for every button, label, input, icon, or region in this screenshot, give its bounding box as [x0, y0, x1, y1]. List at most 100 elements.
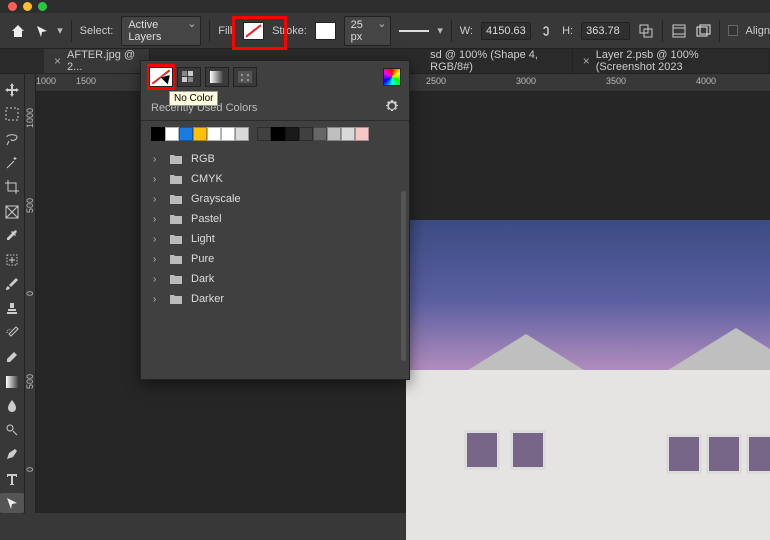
group-label: Darker [191, 293, 224, 305]
frame-tool[interactable] [0, 201, 24, 221]
chevron-right-icon: › [153, 154, 161, 165]
width-input[interactable]: 4150.63 [481, 22, 531, 40]
options-bar: ▾ Select: Active Layers Fill: Stroke: 25… [0, 13, 770, 49]
link-wh-icon[interactable] [539, 22, 554, 40]
fill-color-panel: No Color Recently Used Colors ›RGB›CMYK›… [140, 60, 410, 380]
vertical-ruler: 1000 500 0 500 0 [24, 74, 36, 513]
align-label: Align [746, 25, 770, 37]
swatch[interactable] [235, 127, 249, 141]
stroke-swatch[interactable] [315, 22, 336, 40]
swatch-group[interactable]: › Pastel [147, 209, 403, 229]
type-tool[interactable] [0, 469, 24, 489]
swatch[interactable] [179, 127, 193, 141]
swatch[interactable] [207, 127, 221, 141]
folder-icon [169, 213, 183, 225]
document-tab[interactable]: sd @ 100% (Shape 4, RGB/8#) [420, 49, 573, 73]
swatch-groups-list: ›RGB›CMYK›Grayscale›Pastel›Light›Pure›Da… [141, 149, 409, 369]
chevron-right-icon: › [153, 214, 161, 225]
group-label: Light [191, 233, 215, 245]
gear-icon[interactable] [385, 99, 399, 116]
gradient-tool[interactable] [0, 371, 24, 391]
traffic-minimize[interactable] [23, 2, 32, 11]
swatch-group[interactable]: ›Pure [147, 249, 403, 269]
swatch[interactable] [257, 127, 271, 141]
chevron-right-icon: › [153, 234, 161, 245]
canvas-image [406, 220, 770, 540]
group-label: CMYK [191, 173, 223, 185]
lasso-tool[interactable] [0, 129, 24, 149]
height-input[interactable]: 363.78 [581, 22, 630, 40]
swatch-group[interactable]: ›Grayscale [147, 189, 403, 209]
move-tool-icon[interactable] [34, 22, 49, 40]
folder-icon [169, 273, 183, 285]
swatch[interactable] [165, 127, 179, 141]
marquee-tool[interactable] [0, 104, 24, 124]
stroke-style-dropdown[interactable] [399, 23, 429, 39]
crop-tool[interactable] [0, 177, 24, 197]
stamp-tool[interactable] [0, 299, 24, 319]
swatch[interactable] [327, 127, 341, 141]
pen-tool[interactable] [0, 444, 24, 464]
fill-type-solid[interactable] [177, 67, 201, 87]
tooltip: No Color [169, 91, 218, 106]
eyedropper-tool[interactable] [0, 226, 24, 246]
swatch-group[interactable]: ›Darker [147, 289, 403, 309]
history-brush-tool[interactable] [0, 323, 24, 343]
folder-icon [169, 233, 183, 245]
group-label: RGB [191, 153, 215, 165]
traffic-close[interactable] [8, 2, 17, 11]
swatch[interactable] [193, 127, 207, 141]
swatch[interactable] [271, 127, 285, 141]
home-icon[interactable] [10, 22, 26, 40]
folder-icon [169, 293, 183, 305]
fill-type-pattern[interactable] [233, 67, 257, 87]
document-tab[interactable]: × AFTER.jpg @ 2... [44, 49, 150, 73]
document-tab[interactable]: × Layer 2.psb @ 100% (Screenshot 2023 [573, 49, 770, 73]
swatch[interactable] [285, 127, 299, 141]
group-label: Pastel [191, 213, 222, 225]
path-select-tool[interactable] [0, 493, 24, 513]
group-label: Dark [191, 273, 214, 285]
tab-label: sd @ 100% (Shape 4, RGB/8#) [430, 49, 562, 73]
dodge-tool[interactable] [0, 420, 24, 440]
move-tool[interactable] [0, 80, 24, 100]
swatch-group[interactable]: › RGB [147, 149, 403, 169]
swatch-group[interactable]: › Light [147, 229, 403, 249]
wand-tool[interactable] [0, 153, 24, 173]
swatch-row [141, 121, 409, 149]
select-dropdown[interactable]: Active Layers [121, 16, 201, 46]
fill-type-gradient[interactable] [205, 67, 229, 87]
swatch-group[interactable]: › Dark [147, 269, 403, 289]
align-edges-icon[interactable] [671, 22, 687, 40]
swatch[interactable] [313, 127, 327, 141]
brush-tool[interactable] [0, 274, 24, 294]
healing-tool[interactable] [0, 250, 24, 270]
window-titlebar [0, 0, 770, 13]
swatch[interactable] [151, 127, 165, 141]
blur-tool[interactable] [0, 396, 24, 416]
folder-icon [169, 253, 183, 265]
swatch-group[interactable]: ›CMYK [147, 169, 403, 189]
color-picker-button[interactable] [383, 68, 401, 86]
eraser-tool[interactable] [0, 347, 24, 367]
scrollbar[interactable] [401, 191, 406, 361]
path-ops-icon[interactable] [638, 22, 654, 40]
close-icon[interactable]: × [583, 54, 590, 68]
tab-label: AFTER.jpg @ 2... [67, 49, 139, 73]
align-checkbox[interactable] [728, 25, 738, 36]
traffic-zoom[interactable] [38, 2, 47, 11]
tab-label: Layer 2.psb @ 100% (Screenshot 2023 [596, 49, 759, 73]
folder-icon [169, 173, 183, 185]
arrange-icon[interactable] [695, 22, 711, 40]
group-label: Grayscale [191, 193, 241, 205]
close-icon[interactable]: × [54, 54, 61, 68]
swatch[interactable] [341, 127, 355, 141]
stroke-width-input[interactable]: 25 px [344, 16, 392, 46]
folder-icon [169, 193, 183, 205]
folder-icon [169, 153, 183, 165]
swatch[interactable] [355, 127, 369, 141]
chevron-right-icon: › [153, 274, 161, 285]
swatch[interactable] [221, 127, 235, 141]
group-label: Pure [191, 253, 214, 265]
swatch[interactable] [299, 127, 313, 141]
